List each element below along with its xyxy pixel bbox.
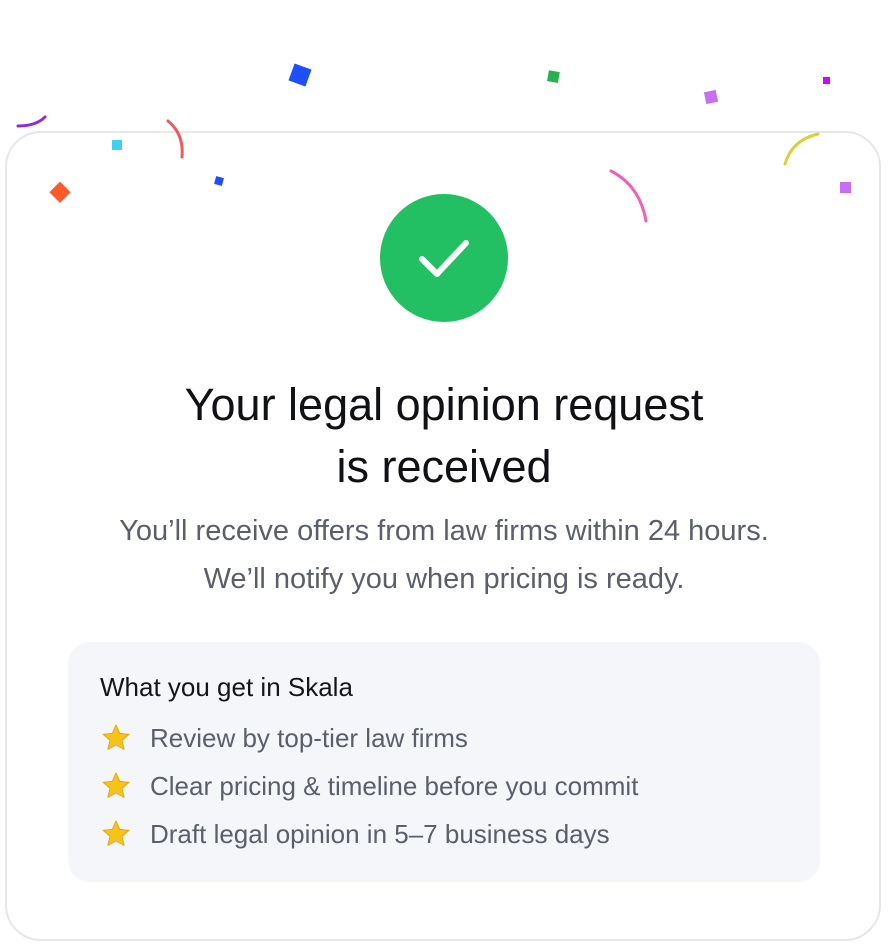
benefits-panel: What you get in Skala Review by top-tier… (68, 642, 820, 882)
benefit-item: Review by top-tier law firms (100, 714, 788, 762)
star-icon (102, 724, 130, 750)
confirmation-subtitle: You’ll receive offers from law firms wit… (0, 507, 888, 603)
benefit-label: Draft legal opinion in 5–7 business days (150, 818, 610, 849)
title-line-2: is received (336, 441, 552, 492)
subtitle-line-2: We’ll notify you when pricing is ready. (203, 563, 685, 595)
benefit-item: Clear pricing & timeline before you comm… (100, 762, 788, 810)
star-icon (102, 772, 130, 798)
title-line-1: Your legal opinion request (184, 379, 704, 430)
benefit-label: Clear pricing & timeline before you comm… (150, 770, 639, 801)
star-icon (102, 820, 130, 846)
confirmation-title: Your legal opinion request is received (0, 374, 888, 498)
success-badge (380, 194, 508, 322)
benefits-list: Review by top-tier law firms Clear prici… (100, 714, 788, 858)
checkmark-icon (419, 240, 469, 277)
benefit-item: Draft legal opinion in 5–7 business days (100, 810, 788, 858)
benefits-title: What you get in Skala (100, 672, 353, 702)
subtitle-line-1: You’ll receive offers from law firms wit… (119, 515, 769, 547)
confirmation-screen: Your legal opinion request is received Y… (0, 0, 888, 952)
benefit-label: Review by top-tier law firms (150, 722, 468, 753)
